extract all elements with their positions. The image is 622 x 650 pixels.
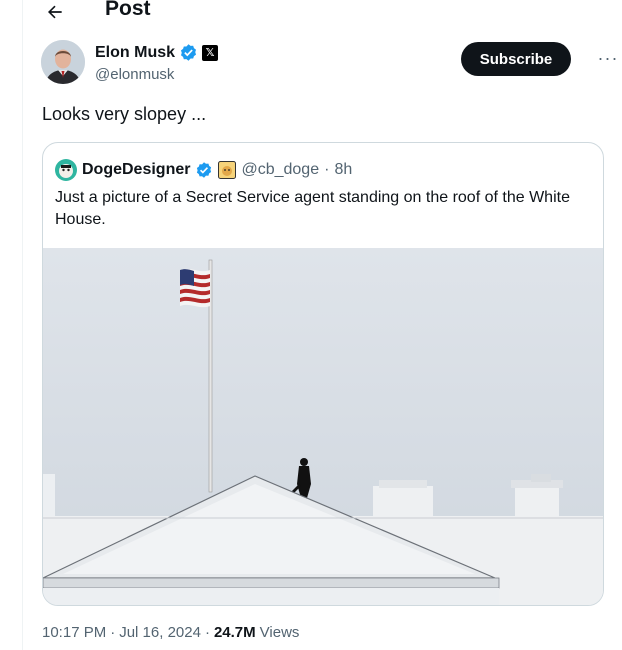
quote-author-name[interactable]: DogeDesigner <box>82 161 190 179</box>
quote-author-handle[interactable]: @cb_doge <box>241 161 319 179</box>
post-time[interactable]: 10:17 PM <box>42 624 106 641</box>
quote-avatar[interactable] <box>55 159 77 181</box>
author-handle[interactable]: @elonmusk <box>95 66 174 83</box>
doge-badge-icon <box>218 161 237 179</box>
views-label: Views <box>259 624 300 641</box>
views-count: 24.7M <box>213 624 256 641</box>
post-text: Looks very slopey ... <box>42 104 207 124</box>
post-page: Post Elon Musk 𝕏 @elonmusk Subscribe ···… <box>22 0 622 650</box>
quote-age[interactable]: 8h <box>334 161 352 179</box>
arrow-left-icon <box>48 5 62 19</box>
post-date[interactable]: Jul 16, 2024 <box>119 624 201 641</box>
author-name-row: Elon Musk 𝕏 <box>95 43 219 62</box>
x-logo-icon: 𝕏 <box>202 44 219 61</box>
quoted-post[interactable]: DogeDesigner @cb_doge · 8h Just a pictur… <box>42 142 604 606</box>
post-meta: 10:17 PM · Jul 16, 2024 · 24.7M Views <box>42 624 299 641</box>
author-name[interactable]: Elon Musk <box>95 44 175 62</box>
quote-text: Just a picture of a Secret Service agent… <box>55 189 570 228</box>
quote-header: DogeDesigner @cb_doge · 8h <box>55 159 352 181</box>
verified-badge-icon <box>181 44 197 61</box>
quote-separator: · <box>324 161 330 178</box>
meta-separator: · <box>204 624 210 641</box>
meta-separator: · <box>110 624 116 641</box>
avatar[interactable] <box>41 40 85 84</box>
quote-photo[interactable] <box>43 248 603 605</box>
top-bar: Post <box>23 0 622 26</box>
post-author: Elon Musk 𝕏 @elonmusk Subscribe ··· <box>41 40 617 88</box>
page-title: Post <box>105 0 151 20</box>
verified-badge-icon <box>197 162 212 178</box>
subscribe-button[interactable]: Subscribe <box>461 42 571 76</box>
back-button[interactable] <box>41 0 69 26</box>
more-options-button[interactable]: ··· <box>594 46 622 70</box>
